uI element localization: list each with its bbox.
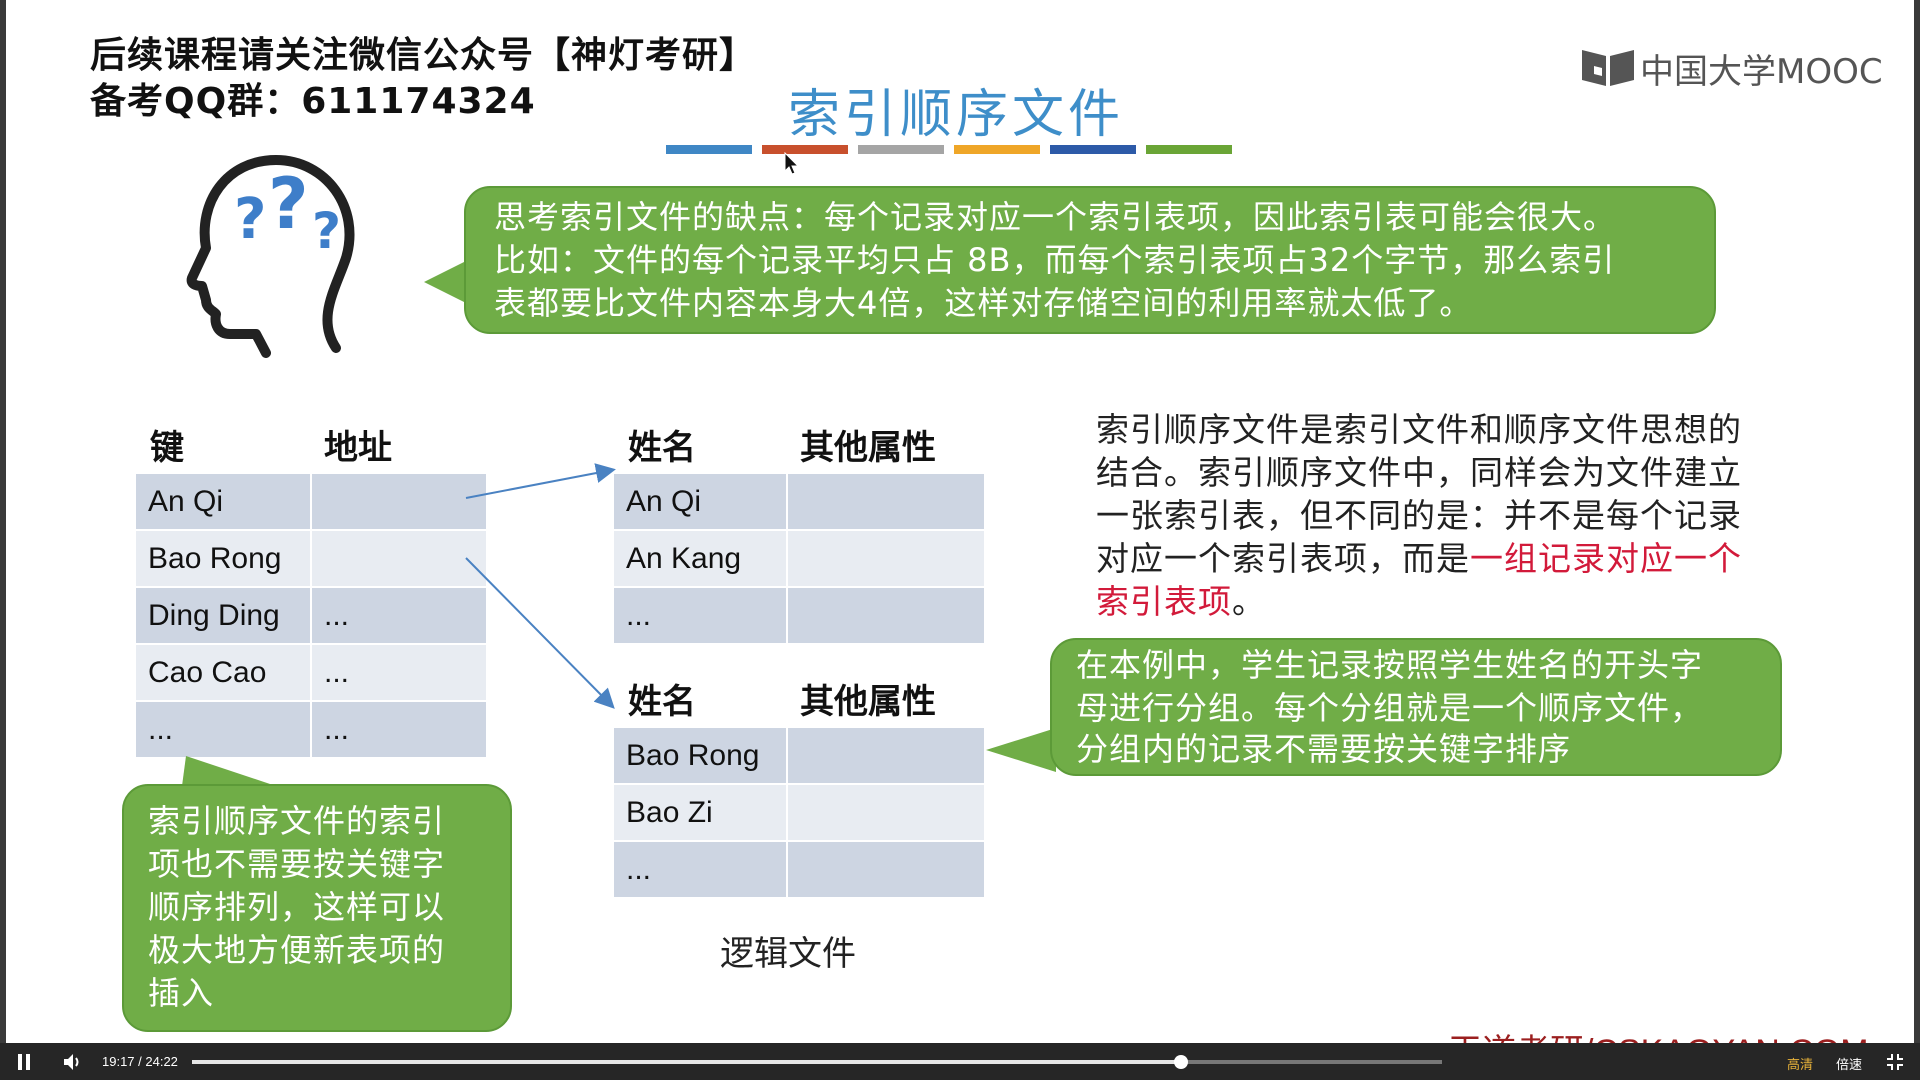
example-bubble: 在本例中，学生记录按照学生姓名的开头字 母进行分组。每个分组就是一个顺序文件， … xyxy=(1050,638,1782,776)
progress-handle[interactable] xyxy=(1173,1055,1188,1069)
description-line-3: 一张索引表，但不同的是：并不是每个记录 xyxy=(1096,496,1742,535)
left-bubble-line-2: 项也不需要按关键字 xyxy=(148,845,446,883)
description-line-5: 索引表项。 xyxy=(1096,580,1742,623)
description-highlight: 索引表项 xyxy=(1096,582,1232,621)
example-bubble-pointer xyxy=(986,728,1056,772)
progress-fill xyxy=(192,1060,1181,1064)
description-line-1: 索引顺序文件是索引文件和顺序文件思想的 xyxy=(1096,410,1742,449)
description-highlight: 一组记录对应一个 xyxy=(1470,539,1742,578)
volume-icon[interactable] xyxy=(62,1052,84,1072)
arrow-to-group1 xyxy=(465,463,616,499)
pause-icon[interactable] xyxy=(16,1053,32,1071)
left-bubble-line-4: 极大地方便新表项的 xyxy=(148,931,446,969)
video-frame: 后续课程请关注微信公众号【神灯考研】 备考QQ群：611174324 中国大学M… xyxy=(0,0,1920,1080)
arrow-to-group2 xyxy=(465,557,615,709)
mouse-cursor-icon xyxy=(784,152,800,175)
example-line-3: 分组内的记录不需要按关键字排序 xyxy=(1076,730,1572,768)
progress-bar[interactable] xyxy=(192,1055,1442,1069)
example-line-2: 母进行分组。每个分组就是一个顺序文件， xyxy=(1076,689,1704,727)
description-text: 对应一个索引表项，而是 xyxy=(1096,539,1470,578)
left-bubble-line-1: 索引顺序文件的索引 xyxy=(148,802,446,840)
left-bubble-line-5: 插入 xyxy=(148,974,215,1012)
left-bubble-line-3: 顺序排列，这样可以 xyxy=(148,888,446,926)
slide: 后续课程请关注微信公众号【神灯考研】 备考QQ群：611174324 中国大学M… xyxy=(6,0,1914,1043)
left-bubble-pointer xyxy=(182,756,276,786)
quality-button[interactable]: 高清 xyxy=(1787,1054,1813,1073)
exit-fullscreen-icon[interactable] xyxy=(1886,1053,1904,1071)
example-line-1: 在本例中，学生记录按照学生姓名的开头字 xyxy=(1076,646,1704,684)
description-text: 。 xyxy=(1232,582,1266,621)
description-line-2: 结合。索引顺序文件中，同样会为文件建立 xyxy=(1096,453,1742,492)
description-paragraph: 索引顺序文件是索引文件和顺序文件思想的 结合。索引顺序文件中，同样会为文件建立 … xyxy=(1096,408,1742,623)
video-controls: 19:17 / 24:22 高清 倍速 xyxy=(0,1043,1920,1080)
time-display: 19:17 / 24:22 xyxy=(102,1054,178,1069)
watermark: 王道考研/CSKAOYAN.COM xyxy=(1448,1024,1869,1043)
left-bubble: 索引顺序文件的索引 项也不需要按关键字 顺序排列，这样可以 极大地方便新表项的 … xyxy=(122,784,512,1032)
speed-button[interactable]: 倍速 xyxy=(1836,1054,1862,1073)
description-line-4: 对应一个索引表项，而是一组记录对应一个 xyxy=(1096,537,1742,580)
logic-file-label: 逻辑文件 xyxy=(720,934,856,974)
